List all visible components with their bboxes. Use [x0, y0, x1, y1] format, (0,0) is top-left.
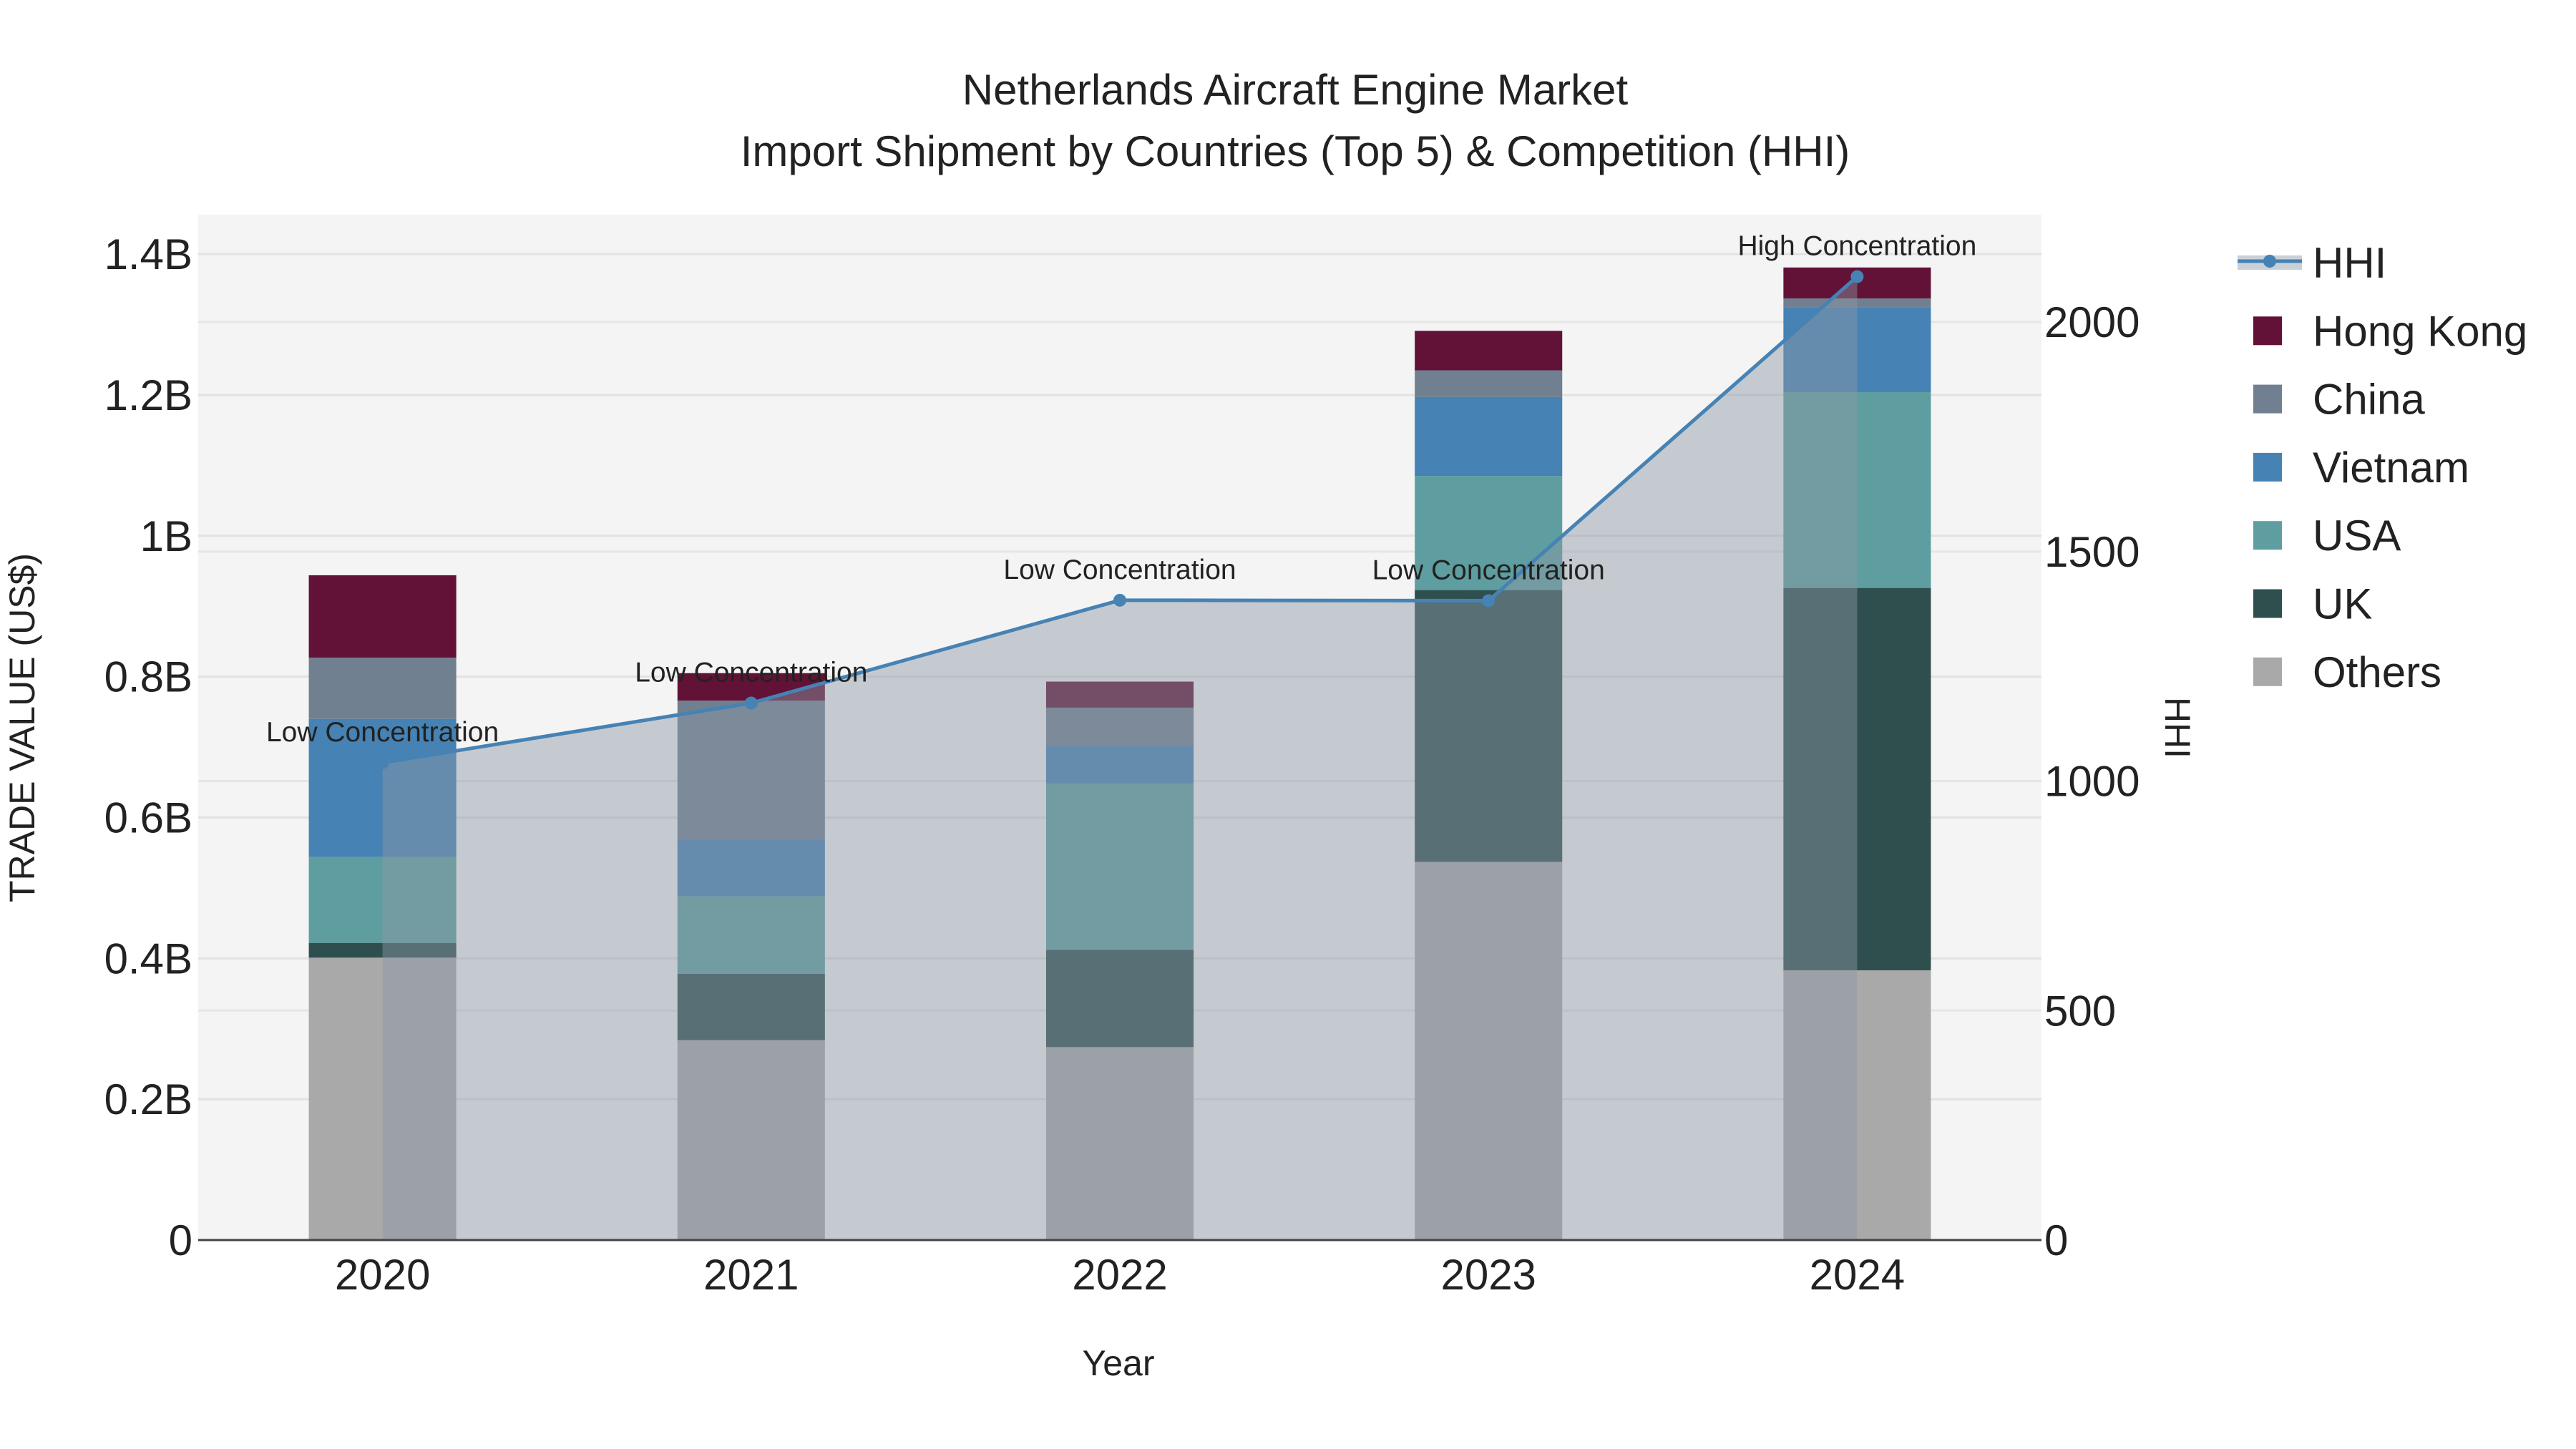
y-tick-label: 0.8B — [104, 653, 192, 701]
y-tick-label: 1.2B — [104, 371, 192, 419]
legend-swatch-others — [2253, 657, 2282, 686]
hhi-annotation: Low Concentration — [635, 658, 867, 688]
hhi-annotation: High Concentration — [1737, 231, 1976, 262]
y2-tick-label: 1000 — [2044, 758, 2140, 806]
y-tick-label: 0.4B — [104, 935, 192, 982]
legend-swatch-usa — [2253, 521, 2282, 550]
chart: Low Concentration Low Concentration Low Co… — [2, 66, 2527, 1383]
chart-title: Netherlands Aircraft Engine Market — [962, 66, 1629, 114]
legend-label-china: China — [2313, 376, 2425, 424]
hhi-point-2021 — [744, 696, 758, 710]
y-tick-label: 1.4B — [104, 230, 192, 278]
hhi-point-2022 — [1113, 593, 1126, 607]
y-axis-ticks: 0 0.2B 0.4B 0.6B 0.8B 1B 1.2B 1.4B — [104, 230, 192, 1264]
legend-marker-hhi — [2263, 255, 2276, 268]
legend-label-uk: UK — [2313, 580, 2372, 628]
x-tick-label: 2023 — [1440, 1251, 1536, 1299]
legend-swatch-uk — [2253, 589, 2282, 618]
hhi-point-2023 — [1482, 594, 1496, 608]
bar-hong-kong-2020 — [308, 575, 457, 658]
x-tick-label: 2024 — [1810, 1251, 1905, 1299]
y2-axis-ticks: 0 500 1000 1500 2000 — [2044, 298, 2140, 1264]
bar-china-2024 — [1783, 298, 1931, 308]
hhi-annotation: Low Concentration — [1372, 555, 1605, 585]
chart-subtitle: Import Shipment by Countries (Top 5) & C… — [741, 127, 1850, 175]
hhi-point-2020 — [376, 756, 389, 769]
bar-china-2023 — [1415, 370, 1563, 397]
x-axis-ticks: 2020 2021 2022 2023 2024 — [335, 1251, 1905, 1299]
legend-swatch-china — [2253, 384, 2282, 414]
hhi-annotation: Low Concentration — [1003, 555, 1236, 585]
legend-label-hong-kong: Hong Kong — [2313, 307, 2527, 355]
hhi-point-2024 — [1850, 270, 1864, 283]
legend-label-others: Others — [2313, 648, 2441, 696]
legend: HHI Hong Kong China Vietnam USA UK Others — [2238, 239, 2527, 696]
y2-tick-label: 2000 — [2044, 298, 2140, 346]
x-tick-label: 2020 — [335, 1251, 430, 1299]
bar-hong-kong-2023 — [1415, 331, 1563, 371]
bar-vietnam-2023 — [1415, 396, 1563, 477]
legend-label-usa: USA — [2313, 512, 2401, 560]
x-tick-label: 2021 — [703, 1251, 799, 1299]
legend-label-vietnam: Vietnam — [2313, 444, 2469, 492]
bar-china-2020 — [308, 658, 457, 719]
y-tick-label: 0.6B — [104, 794, 192, 841]
y-tick-label: 1B — [140, 512, 192, 560]
y2-tick-label: 0 — [2044, 1216, 2068, 1264]
y2-axis-title: HHI — [2157, 697, 2197, 758]
x-tick-label: 2022 — [1072, 1251, 1167, 1299]
y-tick-label: 0.2B — [104, 1075, 192, 1123]
y-tick-label: 0 — [169, 1216, 192, 1264]
x-axis-title: Year — [1082, 1343, 1154, 1383]
hhi-annotation: Low Concentration — [266, 717, 499, 748]
legend-swatch-hong-kong — [2253, 316, 2282, 346]
y-axis-title: TRADE VALUE (US$) — [2, 553, 42, 902]
legend-label-hhi: HHI — [2313, 239, 2386, 287]
legend-swatch-vietnam — [2253, 452, 2282, 482]
y2-tick-label: 500 — [2044, 987, 2116, 1035]
y2-tick-label: 1500 — [2044, 528, 2140, 576]
